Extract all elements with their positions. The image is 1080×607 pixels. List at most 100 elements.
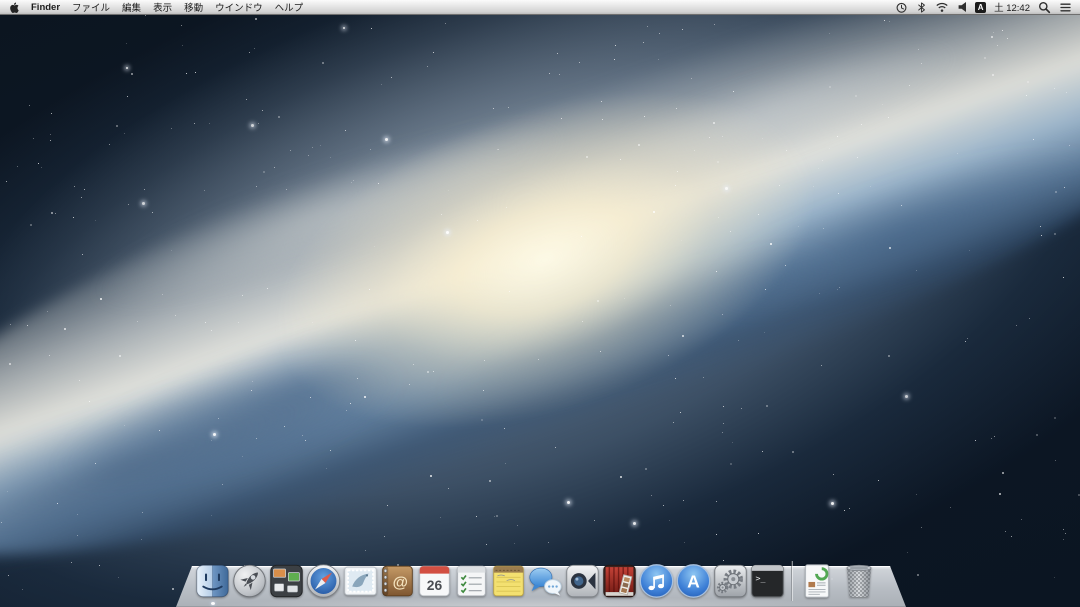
notification-center-icon[interactable] bbox=[1059, 1, 1072, 14]
star bbox=[484, 360, 485, 361]
star bbox=[829, 148, 830, 149]
star bbox=[384, 536, 385, 537]
star bbox=[128, 204, 129, 205]
star bbox=[882, 104, 883, 105]
star bbox=[680, 412, 681, 413]
dock-photo-booth-icon[interactable] bbox=[601, 559, 638, 601]
star bbox=[71, 562, 72, 563]
dock-document-icon[interactable] bbox=[798, 559, 836, 601]
star bbox=[1016, 325, 1017, 326]
star bbox=[1033, 139, 1034, 140]
dock-terminal-icon[interactable]: >_ bbox=[749, 559, 786, 601]
dock-contacts-icon[interactable]: @ bbox=[379, 559, 416, 601]
star bbox=[1029, 318, 1030, 319]
menu-window[interactable]: ウインドウ bbox=[215, 0, 263, 14]
star bbox=[658, 59, 659, 60]
bright-star bbox=[831, 502, 834, 505]
star bbox=[246, 99, 247, 100]
star bbox=[249, 52, 250, 53]
star bbox=[870, 186, 871, 187]
star bbox=[131, 73, 133, 75]
star bbox=[278, 116, 280, 118]
star bbox=[681, 240, 682, 241]
star bbox=[798, 226, 799, 227]
menu-help[interactable]: ヘルプ bbox=[275, 0, 304, 14]
star bbox=[127, 96, 128, 97]
bright-star bbox=[251, 124, 254, 127]
star bbox=[205, 322, 206, 323]
star bbox=[483, 390, 484, 391]
star bbox=[733, 91, 734, 92]
desktop: Finder ファイル 編集 表示 移動 ウインドウ ヘルプ A 土 12:42 bbox=[0, 0, 1080, 607]
star bbox=[1, 522, 2, 523]
menu-file[interactable]: ファイル bbox=[72, 0, 110, 14]
star bbox=[284, 426, 285, 427]
star bbox=[855, 95, 857, 97]
dock-finder-icon[interactable] bbox=[194, 559, 231, 601]
star bbox=[829, 86, 831, 88]
star bbox=[823, 228, 824, 229]
star bbox=[413, 364, 414, 365]
star bbox=[713, 122, 715, 124]
star bbox=[762, 138, 763, 139]
dock-system-preferences-icon[interactable] bbox=[712, 559, 749, 601]
star bbox=[242, 295, 243, 296]
dock-notes-icon[interactable] bbox=[490, 559, 527, 601]
star bbox=[209, 123, 210, 124]
volume-icon[interactable] bbox=[957, 1, 967, 13]
star bbox=[994, 436, 995, 437]
menu-go[interactable]: 移動 bbox=[184, 0, 203, 14]
star bbox=[496, 515, 498, 517]
star bbox=[38, 163, 39, 164]
star bbox=[1011, 536, 1012, 537]
menu-app-name[interactable]: Finder bbox=[31, 2, 60, 13]
star bbox=[374, 246, 375, 247]
spotlight-icon[interactable] bbox=[1038, 1, 1051, 14]
star bbox=[714, 24, 715, 25]
star bbox=[74, 186, 75, 187]
dock-app-store-icon[interactable]: A bbox=[675, 559, 712, 601]
star bbox=[1063, 539, 1064, 540]
dock-mail-icon[interactable] bbox=[342, 559, 379, 601]
dock-launchpad-icon[interactable] bbox=[231, 559, 268, 601]
menu-edit[interactable]: 編集 bbox=[122, 0, 141, 14]
star bbox=[770, 243, 772, 245]
dock-safari-icon[interactable] bbox=[305, 559, 342, 601]
dock-messages-icon[interactable] bbox=[527, 559, 564, 601]
star bbox=[819, 293, 820, 294]
star bbox=[305, 440, 306, 441]
star bbox=[81, 197, 82, 198]
star bbox=[957, 153, 958, 154]
star bbox=[675, 185, 676, 186]
dock-facetime-icon[interactable] bbox=[564, 559, 601, 601]
bright-star bbox=[446, 231, 449, 234]
star bbox=[1007, 38, 1008, 39]
input-source-icon[interactable]: A bbox=[975, 2, 986, 13]
apple-menu-icon[interactable] bbox=[9, 1, 21, 14]
star bbox=[730, 231, 731, 232]
star bbox=[312, 322, 313, 323]
star bbox=[89, 401, 90, 402]
star bbox=[57, 503, 58, 504]
star bbox=[975, 440, 976, 441]
wifi-icon[interactable] bbox=[935, 1, 949, 13]
star bbox=[50, 134, 51, 135]
time-machine-icon[interactable] bbox=[895, 1, 908, 14]
bluetooth-icon[interactable] bbox=[916, 1, 927, 14]
dock-calendar-icon[interactable]: 26 bbox=[416, 559, 453, 601]
star bbox=[330, 157, 331, 158]
trash-icon[interactable] bbox=[836, 559, 882, 601]
dock-itunes-icon[interactable] bbox=[638, 559, 675, 601]
star bbox=[1026, 95, 1027, 96]
star bbox=[427, 66, 428, 67]
star bbox=[594, 520, 595, 521]
dock-reminders-icon[interactable] bbox=[453, 559, 490, 601]
menu-view[interactable]: 表示 bbox=[153, 0, 172, 14]
star bbox=[355, 340, 356, 341]
star bbox=[1027, 81, 1029, 83]
star bbox=[186, 73, 187, 74]
dock-mission-control-icon[interactable] bbox=[268, 559, 305, 601]
menu-clock[interactable]: 土 12:42 bbox=[994, 0, 1030, 14]
star bbox=[691, 78, 692, 79]
star bbox=[878, 480, 879, 481]
